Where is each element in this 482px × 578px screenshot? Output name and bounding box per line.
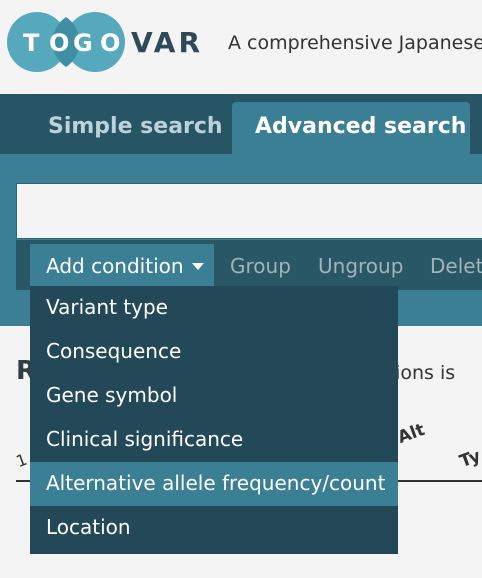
logo-letter-o2: O <box>100 29 120 57</box>
ungroup-button[interactable]: Ungroup <box>318 254 403 278</box>
menu-item-clinical-significance[interactable]: Clinical significance <box>30 418 398 462</box>
logo-letter-o: O <box>49 29 69 57</box>
logo-suffix: VAR <box>131 26 203 59</box>
tab-advanced-search[interactable]: Advanced search <box>255 114 466 139</box>
group-button[interactable]: Group <box>230 254 291 278</box>
tab-simple-search[interactable]: Simple search <box>48 114 223 139</box>
logo-letter-t: T <box>23 29 40 57</box>
add-condition-button[interactable]: Add condition <box>30 244 214 286</box>
menu-item-alt-allele-frequency[interactable]: Alternative allele frequency/count <box>30 462 398 506</box>
menu-item-variant-type[interactable]: Variant type <box>30 286 398 330</box>
togovar-logo[interactable]: T O G O <box>6 11 126 73</box>
menu-item-gene-symbol[interactable]: Gene symbol <box>30 374 398 418</box>
site-tagline: A comprehensive Japanese <box>228 32 482 54</box>
delete-button[interactable]: Delete <box>430 254 482 278</box>
caret-down-icon <box>191 263 204 270</box>
menu-item-location[interactable]: Location <box>30 506 398 550</box>
menu-item-consequence[interactable]: Consequence <box>30 330 398 374</box>
logo-letter-g: G <box>73 29 93 57</box>
add-condition-menu: Variant type Consequence Gene symbol Cli… <box>30 286 398 554</box>
add-condition-label: Add condition <box>46 254 184 278</box>
condition-builder-area[interactable] <box>16 183 482 239</box>
